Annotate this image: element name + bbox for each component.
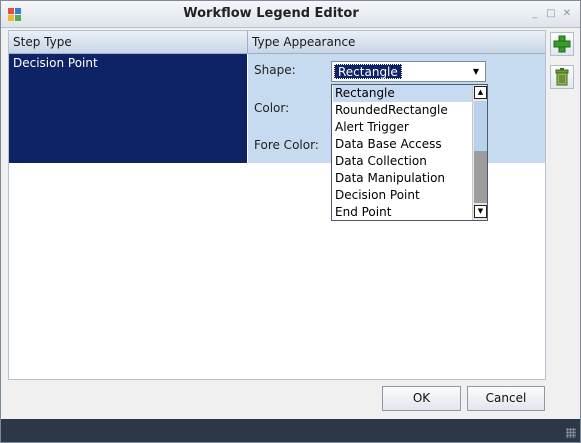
scrollbar-thumb[interactable]	[474, 101, 487, 151]
plus-icon	[551, 33, 573, 55]
window-title: Workflow Legend Editor	[183, 6, 359, 21]
color-label: Color:	[254, 101, 290, 115]
step-type-cell[interactable]: Decision Point	[9, 54, 247, 163]
column-header-step-type[interactable]: Step Type	[9, 31, 247, 53]
fore-color-label: Fore Color:	[254, 138, 319, 152]
dropdown-option[interactable]: End Point	[333, 204, 473, 220]
shape-combobox[interactable]: Rectangle ▼	[331, 61, 486, 82]
maximize-button[interactable]: □	[545, 7, 557, 20]
scroll-up-icon[interactable]: ▲	[474, 86, 487, 99]
scroll-down-icon[interactable]: ▼	[474, 205, 487, 218]
resize-grip-icon[interactable]	[566, 428, 576, 438]
grid-header: Step Type Type Appearance	[9, 31, 545, 54]
legend-editor-window: Workflow Legend Editor _ □ ✕ Step Type T…	[0, 0, 581, 443]
dropdown-option[interactable]: Data Base Access	[333, 136, 473, 153]
minimize-button[interactable]: _	[529, 7, 541, 20]
cancel-button[interactable]: Cancel	[467, 386, 545, 411]
shape-dropdown-list[interactable]: Rectangle RoundedRectangle Alert Trigger…	[331, 84, 488, 221]
chevron-down-icon[interactable]: ▼	[470, 65, 482, 78]
add-button[interactable]	[550, 32, 574, 56]
delete-button[interactable]	[550, 65, 574, 89]
status-bar	[1, 419, 580, 442]
dropdown-option[interactable]: Rectangle	[333, 85, 473, 102]
scrollbar-track[interactable]	[474, 151, 487, 203]
close-button[interactable]: ✕	[561, 7, 573, 20]
dropdown-option[interactable]: RoundedRectangle	[333, 102, 473, 119]
shape-label: Shape:	[254, 63, 296, 77]
dropdown-option[interactable]: Alert Trigger	[333, 119, 473, 136]
column-header-type-appearance[interactable]: Type Appearance	[248, 31, 545, 53]
trash-icon	[551, 66, 573, 88]
ok-button[interactable]: OK	[382, 386, 461, 411]
shape-combobox-value: Rectangle	[334, 64, 402, 79]
dropdown-option[interactable]: Data Manipulation	[333, 170, 473, 187]
dropdown-option[interactable]: Data Collection	[333, 153, 473, 170]
title-bar[interactable]: Workflow Legend Editor _ □ ✕	[1, 1, 580, 28]
dropdown-option[interactable]: Decision Point	[333, 187, 473, 204]
dropdown-scrollbar[interactable]: ▲ ▼	[472, 85, 487, 220]
